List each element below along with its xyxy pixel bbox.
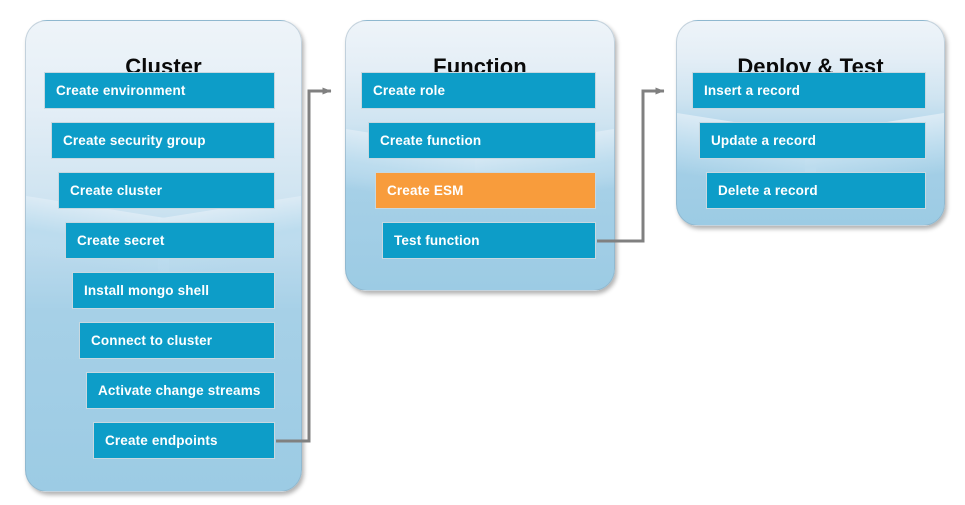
step-test-function[interactable]: Test function [382, 222, 596, 259]
step-label: Activate change streams [98, 383, 261, 398]
step-activate-change-streams[interactable]: Activate change streams [86, 372, 275, 409]
step-label: Delete a record [718, 183, 818, 198]
step-label: Create cluster [70, 183, 163, 198]
step-create-esm[interactable]: Create ESM [375, 172, 596, 209]
step-label: Create environment [56, 83, 186, 98]
step-label: Create security group [63, 133, 206, 148]
step-create-function[interactable]: Create function [368, 122, 596, 159]
step-create-security-group[interactable]: Create security group [51, 122, 275, 159]
step-label: Connect to cluster [91, 333, 213, 348]
step-insert-a-record[interactable]: Insert a record [692, 72, 926, 109]
step-delete-a-record[interactable]: Delete a record [706, 172, 926, 209]
step-create-cluster[interactable]: Create cluster [58, 172, 275, 209]
flow-diagram: Cluster Create environment Create securi… [0, 0, 965, 505]
step-label: Create ESM [387, 183, 464, 198]
step-create-environment[interactable]: Create environment [44, 72, 275, 109]
step-label: Create role [373, 83, 446, 98]
step-label: Install mongo shell [84, 283, 210, 298]
step-label: Test function [394, 233, 480, 248]
step-create-role[interactable]: Create role [361, 72, 596, 109]
step-install-mongo-shell[interactable]: Install mongo shell [72, 272, 275, 309]
step-create-endpoints[interactable]: Create endpoints [93, 422, 275, 459]
step-label: Create secret [77, 233, 165, 248]
step-label: Create endpoints [105, 433, 218, 448]
step-update-a-record[interactable]: Update a record [699, 122, 926, 159]
step-connect-to-cluster[interactable]: Connect to cluster [79, 322, 275, 359]
step-label: Create function [380, 133, 482, 148]
step-label: Update a record [711, 133, 817, 148]
step-create-secret[interactable]: Create secret [65, 222, 275, 259]
step-label: Insert a record [704, 83, 801, 98]
